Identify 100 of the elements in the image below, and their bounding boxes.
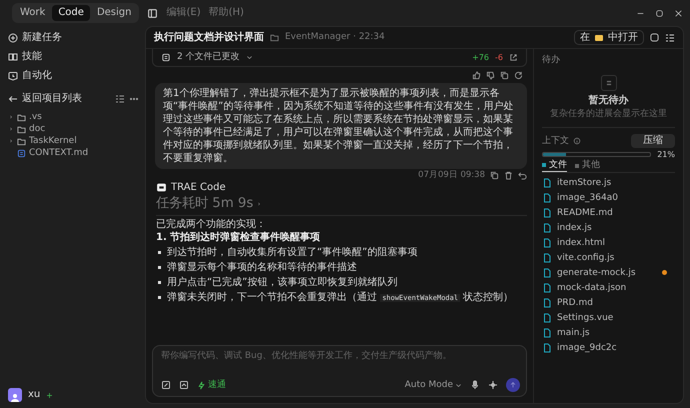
tree-item[interactable]: .vs — [8, 111, 42, 123]
empty-hint: 复杂任务的进展会显示在这里 — [550, 108, 667, 120]
section-label: 待办 — [542, 55, 561, 66]
menu-item[interactable]: 编辑(E) — [166, 7, 201, 19]
sparkle-icon[interactable] — [488, 380, 498, 390]
document-icon — [161, 53, 171, 62]
bullet-text: 弹窗显示每个事项的名称和等待的事件描述 — [167, 260, 357, 274]
speed-toggle[interactable]: 速通 — [197, 380, 226, 390]
tree-item[interactable]: TaskKernel — [8, 135, 77, 147]
bullet-icon — [158, 250, 161, 254]
empty-list-icon — [600, 75, 616, 92]
empty-title: 暂无待办 — [588, 95, 628, 107]
avatar[interactable] — [8, 388, 22, 402]
file-item[interactable]: Settings.vue — [542, 310, 675, 326]
thumbs-down-icon[interactable] — [486, 71, 495, 80]
mode-tab[interactable]: Work — [14, 5, 52, 21]
back-arrow-icon — [8, 94, 18, 104]
file-item[interactable]: itemStore.js — [542, 175, 675, 190]
maximize-icon[interactable] — [656, 10, 663, 16]
file-item[interactable]: image_364a0 — [542, 190, 675, 206]
clock-icon — [8, 70, 18, 80]
file-item[interactable]: vite.config.js — [542, 250, 675, 266]
lightning-icon — [197, 380, 206, 390]
file-item[interactable]: README.md — [542, 205, 675, 220]
context-tab[interactable]: 文件 — [542, 160, 567, 172]
compress-button[interactable]: 压缩 — [631, 134, 675, 148]
file-item[interactable]: PRD.md — [542, 295, 675, 310]
removed-count: -6 — [495, 52, 503, 62]
caret-icon[interactable] — [246, 54, 253, 61]
file-icon — [542, 342, 552, 353]
external-link-icon[interactable] — [509, 53, 518, 62]
person-icon — [10, 392, 20, 402]
list-view-icon[interactable] — [115, 94, 125, 104]
message-time: 07月09日 09:38 — [418, 171, 485, 181]
sidebar-item[interactable]: 技能 — [8, 47, 139, 66]
file-icon — [542, 328, 552, 338]
close-icon[interactable] — [675, 10, 682, 16]
file-icon — [542, 252, 552, 263]
refresh-icon[interactable] — [514, 71, 523, 80]
file-item[interactable]: generate-mock.js — [542, 265, 675, 280]
tree-item[interactable]: doc — [8, 123, 46, 135]
bullet-icon — [158, 280, 161, 284]
bullet-text: 用户点击“已完成”按钮，该事项立即恢复到就绪队列 — [167, 276, 398, 289]
file-item[interactable]: index.js — [542, 220, 675, 236]
edit-icon[interactable] — [161, 380, 171, 390]
sidebar-toggle-icon[interactable] — [147, 8, 158, 18]
info-icon — [573, 136, 581, 145]
file-icon — [542, 178, 552, 188]
copy-icon[interactable] — [500, 71, 509, 80]
thumbs-up-icon[interactable] — [472, 71, 481, 80]
sidebar-item[interactable]: 自动化 — [8, 66, 139, 85]
undo-icon[interactable] — [518, 171, 527, 180]
book-icon — [8, 52, 18, 62]
menu-item[interactable]: 帮助(H) — [208, 7, 244, 19]
project-label: EventManager · 22:34 — [285, 32, 385, 43]
copy-icon[interactable] — [490, 171, 499, 180]
mode-tab[interactable]: Design — [90, 5, 138, 21]
file-icon — [542, 192, 552, 203]
file-icon — [542, 282, 552, 293]
mode-dropdown[interactable]: Auto Mode — [404, 380, 462, 390]
file-icon — [542, 208, 552, 218]
file-item[interactable]: image_9dc2c — [542, 340, 675, 356]
added-count: +76 — [472, 52, 490, 62]
summary-text: 已完成两个功能的实现： — [156, 218, 267, 230]
duration-toggle[interactable]: 任务耗时 5m 9s — [156, 196, 254, 212]
section-label: 上下文 — [542, 136, 569, 146]
file-item[interactable]: index.html — [542, 235, 675, 250]
file-icon — [542, 298, 552, 308]
changes-label: 2 个文件已更改 — [177, 52, 240, 63]
tree-item[interactable]: CONTEXT.md — [8, 147, 88, 159]
mode-tab[interactable]: Code — [52, 5, 90, 21]
chevron-icon[interactable] — [256, 200, 262, 207]
image-icon[interactable] — [179, 380, 189, 390]
sidebar-item[interactable]: 新建任务 — [8, 28, 139, 47]
bullet-text: 到达节拍时，自动收集所有设置了“事件唤醒”的阻塞事项 — [167, 246, 418, 259]
panel-icon[interactable] — [665, 32, 675, 42]
back-link[interactable]: 返回项目列表 — [8, 90, 82, 108]
file-icon — [542, 238, 552, 248]
agent-name: TRAE Code — [171, 182, 226, 194]
bullet-icon — [158, 266, 161, 269]
caret-icon — [455, 382, 462, 388]
bullet-icon — [158, 296, 161, 300]
file-icon — [542, 222, 552, 233]
microphone-icon[interactable] — [470, 380, 480, 390]
plus-icon — [46, 392, 54, 398]
document-icon — [17, 148, 26, 158]
file-item[interactable]: mock-data.json — [542, 280, 675, 296]
message-input[interactable]: 帮你编写代码、调试 Bug、优化性能等开发工作，交付生产级代码产物。 速通 Auto Mode — [152, 345, 527, 397]
open-in-button[interactable]: 在 中打开 — [574, 30, 644, 46]
plus-circle-icon — [8, 32, 18, 42]
file-item[interactable]: main.js — [542, 325, 675, 340]
delete-icon[interactable] — [504, 171, 513, 180]
window-icon[interactable] — [650, 33, 659, 42]
file-icon — [542, 268, 552, 278]
send-button[interactable] — [506, 378, 520, 392]
usage-percent: 21% — [657, 150, 675, 159]
context-tab[interactable]: 其他 — [575, 160, 600, 172]
folder-icon — [270, 33, 279, 42]
arrow-up-icon — [509, 381, 517, 389]
section-heading: 1. 节拍到达时弹窗检查事件唤醒事项 — [156, 232, 322, 244]
